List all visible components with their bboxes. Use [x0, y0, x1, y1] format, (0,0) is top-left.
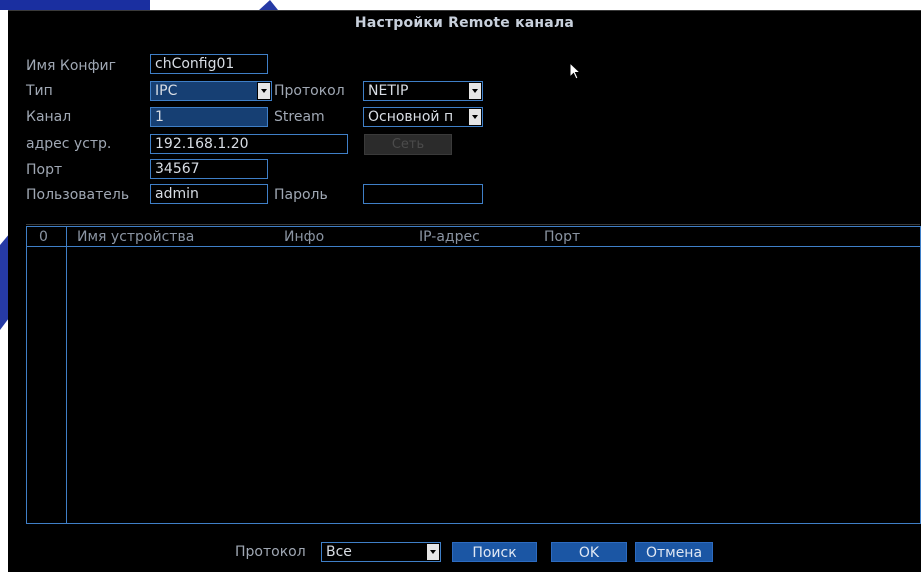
config-name-label: Имя Конфиг	[26, 58, 116, 74]
password-input[interactable]	[363, 184, 483, 204]
protocol-select-value: NETIP	[368, 83, 409, 99]
password-label: Пароль	[274, 187, 328, 203]
remote-channel-settings-dialog: Настройки Remote канала Имя Конфиг chCon…	[8, 10, 921, 572]
device-table: 0 Имя устройства Инфо IP-адрес Порт	[26, 226, 921, 524]
footer-protocol-label: Протокол	[235, 544, 306, 560]
dialog-title: Настройки Remote канала	[354, 15, 575, 31]
mouse-pointer-icon	[569, 62, 582, 80]
stream-select[interactable]: Основной п	[363, 107, 483, 127]
port-input[interactable]: 34567	[150, 159, 268, 179]
chevron-down-icon[interactable]	[258, 83, 270, 99]
stream-select-value: Основной п	[368, 109, 454, 125]
footer-protocol-select[interactable]: Все	[321, 542, 441, 562]
chevron-down-icon[interactable]	[469, 109, 481, 125]
channel-label: Канал	[26, 109, 72, 125]
ok-button[interactable]: OK	[551, 542, 627, 562]
column-header-info[interactable]: Инфо	[284, 227, 324, 247]
column-header-port[interactable]: Порт	[544, 227, 580, 247]
stream-label: Stream	[274, 109, 325, 125]
index-column-divider	[66, 227, 67, 523]
search-button[interactable]: Поиск	[452, 542, 537, 562]
address-label: адрес устр.	[26, 136, 112, 152]
user-label: Пользователь	[26, 187, 130, 203]
header-divider	[27, 246, 920, 247]
divider	[26, 224, 920, 225]
column-header-device-name[interactable]: Имя устройства	[77, 227, 194, 247]
cancel-button[interactable]: Отмена	[635, 542, 713, 562]
config-name-input[interactable]: chConfig01	[150, 54, 268, 74]
user-input[interactable]: admin	[150, 184, 268, 204]
column-header-ip[interactable]: IP-адрес	[419, 227, 480, 247]
device-count: 0	[39, 229, 48, 245]
chevron-down-icon[interactable]	[427, 544, 439, 560]
type-select[interactable]: IPC	[150, 81, 272, 101]
protocol-select[interactable]: NETIP	[363, 81, 483, 101]
port-label: Порт	[26, 162, 63, 178]
chevron-down-icon[interactable]	[469, 83, 481, 99]
footer-protocol-select-value: Все	[326, 544, 352, 560]
type-label: Тип	[26, 83, 53, 99]
protocol-label: Протокол	[274, 83, 345, 99]
channel-input[interactable]: 1	[150, 107, 268, 127]
address-input[interactable]: 192.168.1.20	[150, 134, 348, 154]
type-select-value: IPC	[151, 82, 257, 100]
network-button[interactable]: Сеть	[364, 134, 452, 155]
